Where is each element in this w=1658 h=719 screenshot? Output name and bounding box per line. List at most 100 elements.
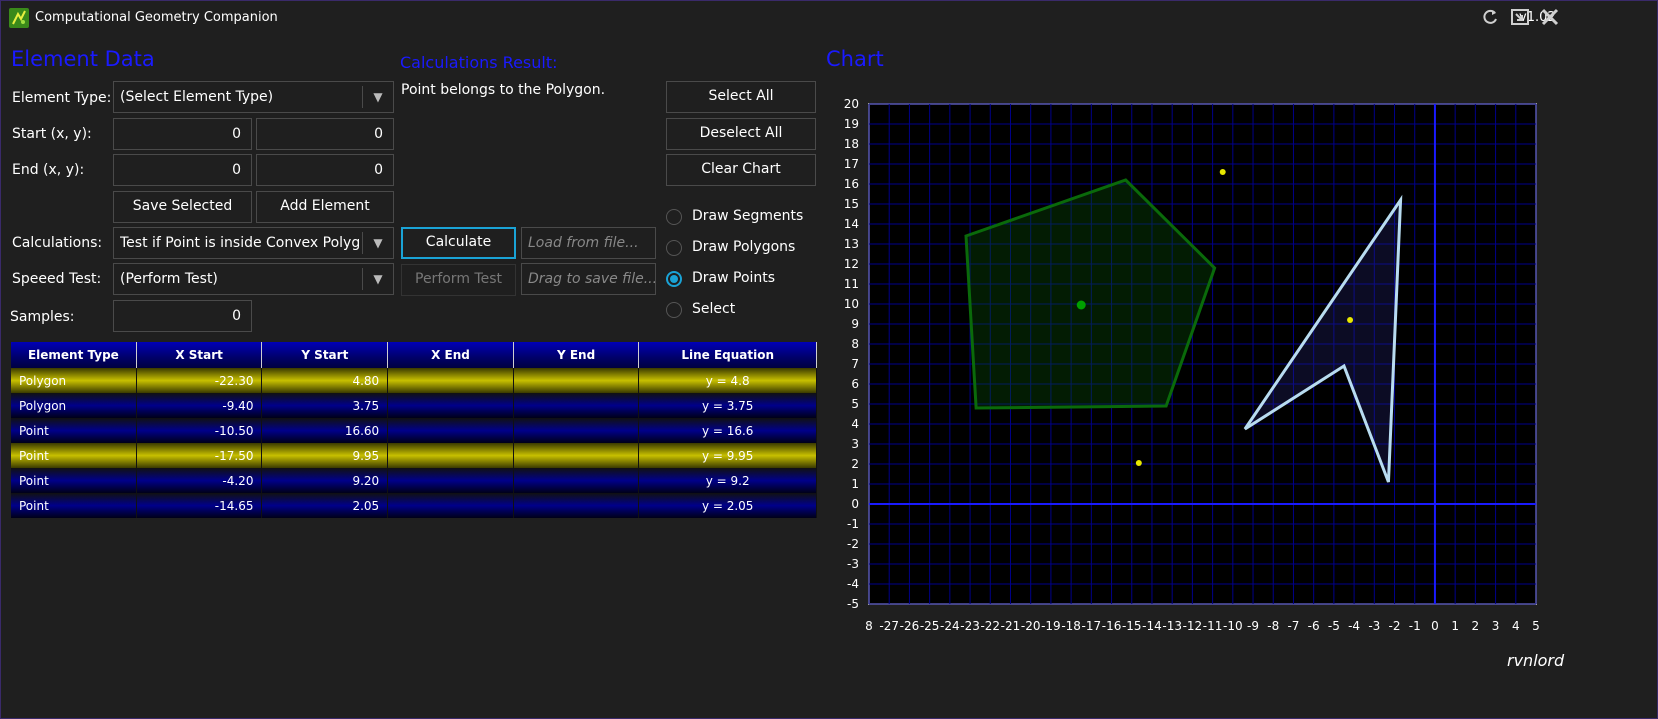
start-x-input[interactable]: 0	[113, 118, 252, 150]
chart-header: Chart	[826, 47, 884, 71]
load-file-input[interactable]: Load from file...	[521, 227, 656, 259]
cell-y-end	[513, 493, 640, 518]
window-title: Computational Geometry Companion	[35, 10, 278, 25]
x-tick-label: -6	[1308, 619, 1320, 633]
column-header[interactable]: Y End	[513, 342, 640, 368]
x-tick-label: -14	[1142, 619, 1162, 633]
table-row[interactable]: Point -14.65 2.05 y = 2.05	[11, 493, 817, 518]
cell-y-end	[513, 368, 640, 393]
y-tick-label: 11	[844, 277, 859, 291]
end-label: End (x, y):	[12, 162, 85, 178]
x-tick-label: -19	[1041, 619, 1061, 633]
element-type-select[interactable]: (Select Element Type) ▼	[113, 81, 394, 113]
radio-label: Draw Points	[692, 270, 776, 286]
select-all-button[interactable]: Select All	[666, 81, 816, 113]
column-header[interactable]: Y Start	[261, 342, 389, 368]
element-type-label: Element Type:	[12, 90, 112, 106]
speed-test-value: (Perform Test)	[120, 271, 218, 287]
x-tick-label: -20	[1021, 619, 1041, 633]
x-tick-label: -9	[1247, 619, 1259, 633]
calculate-button[interactable]: Calculate	[401, 227, 516, 259]
radio-draw-points[interactable]: Draw Points	[666, 270, 816, 289]
y-tick-label: 14	[844, 217, 859, 231]
perform-test-button[interactable]: Perform Test	[401, 264, 516, 296]
y-tick-label: 18	[844, 137, 859, 151]
end-y-input[interactable]: 0	[256, 154, 394, 186]
x-tick-label: -12	[1183, 619, 1203, 633]
column-header[interactable]: Line Equation	[638, 342, 817, 368]
cell-y-start: 3.75	[261, 393, 389, 418]
table-row[interactable]: Point -10.50 16.60 y = 16.6	[11, 418, 817, 443]
speed-test-label: Speeed Test:	[12, 271, 102, 287]
x-tick-label: 8	[865, 619, 873, 633]
calculations-select[interactable]: Test if Point is inside Convex Polygc ▼	[113, 227, 394, 259]
elements-table[interactable]: Element Type X Start Y Start X End Y End…	[11, 342, 817, 518]
author-label: rvnlord	[1507, 651, 1565, 670]
x-tick-label: -5	[1328, 619, 1340, 633]
y-tick-label: 1	[851, 477, 859, 491]
x-tick-label: 2	[1472, 619, 1480, 633]
cell-equation: y = 9.2	[638, 468, 817, 493]
column-header[interactable]: X Start	[136, 342, 263, 368]
cell-type: Polygon	[11, 393, 137, 418]
cell-x-start: -9.40	[136, 393, 263, 418]
x-tick-label: -24	[940, 619, 960, 633]
table-row[interactable]: Point -4.20 9.20 y = 9.2	[11, 468, 817, 493]
save-selected-button[interactable]: Save Selected	[113, 191, 252, 223]
x-tick-label: -18	[1061, 619, 1081, 633]
table-row[interactable]: Polygon -22.30 4.80 y = 4.8	[11, 368, 817, 393]
column-header[interactable]: Element Type	[11, 342, 137, 368]
x-tick-label: 0	[1431, 619, 1439, 633]
table-row[interactable]: Polygon -9.40 3.75 y = 3.75	[11, 393, 817, 418]
x-tick-label: -1	[1409, 619, 1421, 633]
radio-label: Select	[692, 301, 736, 317]
cell-type: Point	[11, 468, 137, 493]
radio-draw-segments[interactable]: Draw Segments	[666, 208, 816, 227]
y-tick-label: 19	[844, 117, 859, 131]
start-y-input[interactable]: 0	[256, 118, 394, 150]
radio-select[interactable]: Select	[666, 301, 816, 320]
deselect-all-button[interactable]: Deselect All	[666, 118, 816, 150]
cell-equation: y = 16.6	[638, 418, 817, 443]
point-marker	[1135, 460, 1142, 466]
save-file-drop-target[interactable]: Drag to save file...	[521, 263, 656, 295]
clear-chart-button[interactable]: Clear Chart	[666, 154, 816, 186]
y-tick-label: 7	[851, 357, 859, 371]
y-tick-label: 15	[844, 197, 859, 211]
y-tick-label: -3	[847, 557, 859, 571]
title-bar: Computational Geometry Companion v1.02	[1, 1, 1657, 37]
end-x-input[interactable]: 0	[113, 154, 252, 186]
minimize-to-tray-icon[interactable]	[1509, 7, 1531, 29]
radio-draw-polygons[interactable]: Draw Polygons	[666, 239, 816, 258]
x-tick-label: -26	[900, 619, 920, 633]
cell-x-start: -22.30	[136, 368, 263, 393]
calculations-result-text: Point belongs to the Polygon.	[401, 82, 606, 98]
cell-type: Point	[11, 493, 137, 518]
geometry-chart[interactable]: 20191817161514131211109876543210-1-2-3-4…	[839, 87, 1551, 637]
y-tick-label: 6	[851, 377, 859, 391]
x-tick-label: -7	[1287, 619, 1299, 633]
y-tick-label: 8	[851, 337, 859, 351]
x-tick-label: 1	[1451, 619, 1459, 633]
cell-y-end	[513, 443, 640, 468]
point-marker	[1347, 317, 1354, 323]
close-icon[interactable]	[1539, 7, 1561, 29]
speed-test-select[interactable]: (Perform Test) ▼	[113, 263, 394, 295]
radio-indicator	[666, 302, 682, 318]
refresh-icon[interactable]	[1479, 7, 1501, 29]
column-header[interactable]: X End	[387, 342, 514, 368]
y-tick-label: 4	[851, 417, 859, 431]
calculations-value: Test if Point is inside Convex Polygc	[120, 235, 360, 251]
y-tick-label: 12	[844, 257, 859, 271]
y-tick-label: 3	[851, 437, 859, 451]
samples-input[interactable]: 0	[113, 300, 252, 332]
start-label: Start (x, y):	[12, 126, 92, 142]
add-element-button[interactable]: Add Element	[256, 191, 394, 223]
table-row[interactable]: Point -17.50 9.95 y = 9.95	[11, 443, 817, 468]
radio-indicator	[666, 209, 682, 225]
x-tick-label: 5	[1532, 619, 1540, 633]
cell-type: Point	[11, 418, 137, 443]
cell-y-start: 9.95	[261, 443, 389, 468]
x-tick-label: -11	[1203, 619, 1223, 633]
cell-y-start: 4.80	[261, 368, 389, 393]
